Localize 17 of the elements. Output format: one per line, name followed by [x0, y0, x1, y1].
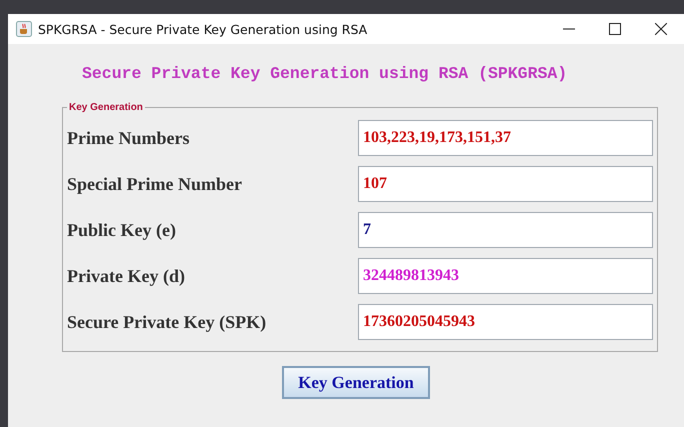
input-field[interactable]: 7 — [358, 212, 653, 248]
coffee-cup-icon — [16, 21, 32, 37]
window-title: SPKGRSA - Secure Private Key Generation using RSA — [38, 22, 368, 36]
field-label: Secure Private Key (SPK) — [67, 312, 266, 332]
panel-legend: Key Generation — [67, 102, 145, 113]
maximize-icon — [609, 23, 621, 35]
app-heading: Secure Private Key Generation using RSA (SPKGRSA) — [82, 64, 568, 85]
input-field[interactable]: 17360205045943 — [358, 304, 653, 340]
field-label: Prime Numbers — [67, 128, 190, 148]
field-label: Public Key (e) — [67, 220, 176, 240]
input-field[interactable]: 107 — [358, 166, 653, 202]
key-generation-button[interactable]: Key Generation — [282, 366, 430, 399]
field-label: Private Key (d) — [67, 266, 185, 286]
close-icon — [655, 23, 667, 35]
field-label: Special Prime Number — [67, 174, 242, 194]
input-field[interactable]: 103,223,19,173,151,37 — [358, 120, 653, 156]
input-field[interactable]: 324489813943 — [358, 258, 653, 294]
